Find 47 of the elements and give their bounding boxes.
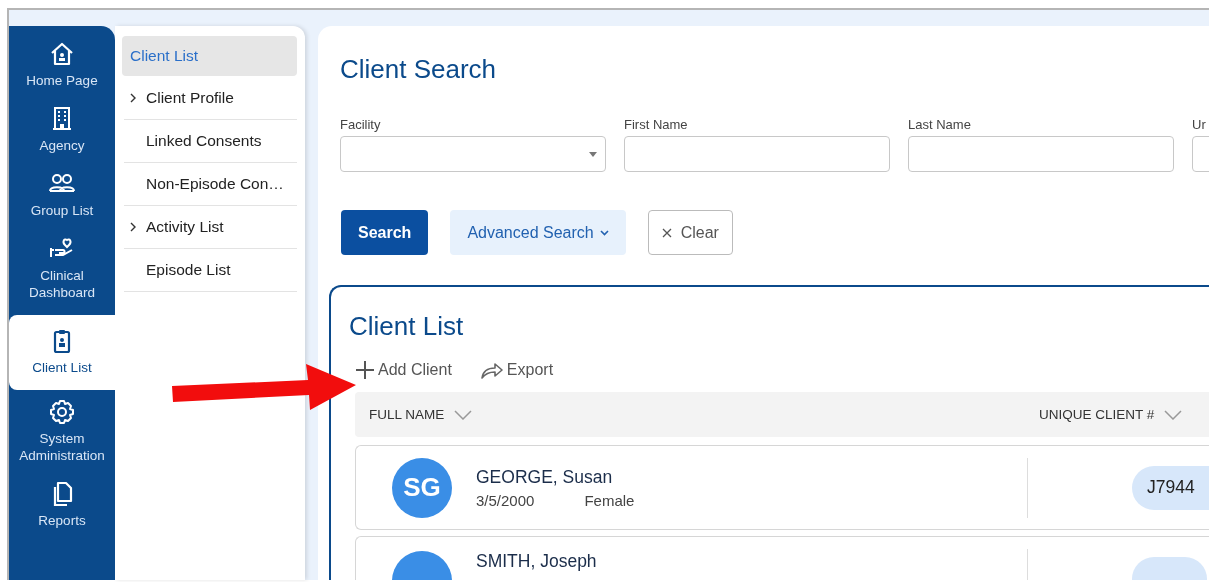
chevron-icon [129, 222, 137, 232]
field-label: Ur [1192, 117, 1207, 132]
nav-item[interactable]: Reports [9, 478, 115, 543]
gender-text: Female [584, 491, 635, 509]
settings-icon [48, 398, 76, 426]
advanced-search-button[interactable]: Advanced Search [450, 210, 626, 255]
dropdown-icon [589, 151, 597, 157]
column-header[interactable]: UNIQUE CLIENT # [1025, 407, 1183, 422]
field-label: Last Name [908, 117, 972, 132]
share-arrow-icon [479, 361, 504, 379]
nav-item[interactable]: Clinical Dashboard [9, 233, 115, 315]
field-label: First Name [624, 117, 689, 132]
export-link[interactable]: Export [479, 361, 554, 379]
client-name: SMITH, Joseph [476, 550, 597, 572]
nav-item[interactable]: Client List [9, 315, 115, 390]
sort-icon [454, 409, 473, 420]
menu-item[interactable]: Non-Episode Con… [124, 163, 297, 206]
avatar: SG [392, 457, 452, 518]
plus-icon [355, 360, 375, 380]
section-title: Client List [349, 311, 465, 342]
field-label: Facility [340, 117, 382, 132]
nav-item[interactable]: Home Page [9, 38, 115, 103]
page-title: Client Search [340, 54, 498, 85]
clear-button[interactable]: Clear [647, 210, 733, 255]
menu-item[interactable]: Linked Consents [124, 120, 297, 163]
menu-item[interactable]: Client Profile [124, 77, 297, 120]
input-field[interactable] [624, 136, 890, 172]
input-field[interactable] [908, 136, 1174, 172]
chevron-icon [129, 93, 137, 103]
close-icon [661, 227, 672, 238]
add-client-link[interactable]: Add Client [355, 360, 452, 380]
nav-item[interactable]: System Administration [9, 396, 115, 478]
chevron-icon [599, 229, 609, 236]
client-row[interactable]: SMITH, Joseph [355, 536, 1209, 580]
client-row[interactable]: SG GEORGE, Susan 3/5/2000 Female J7944 [355, 445, 1209, 530]
nav-item[interactable]: Group List [9, 168, 115, 233]
search-button[interactable]: Search [341, 210, 429, 255]
client-id-chip: J7944 [1132, 465, 1209, 510]
client-name: GEORGE, Susan [476, 466, 614, 488]
menu-item[interactable]: Client List [122, 36, 297, 76]
sort-icon [1164, 409, 1183, 420]
menu-item[interactable]: Activity List [124, 206, 297, 249]
birth-date: 3/5/2000 [476, 491, 535, 509]
menu-item[interactable]: Episode List [124, 249, 297, 292]
select-field[interactable] [340, 136, 606, 172]
nav-item[interactable]: Agency [9, 103, 115, 168]
column-header[interactable]: FULL NAME [355, 407, 1025, 422]
